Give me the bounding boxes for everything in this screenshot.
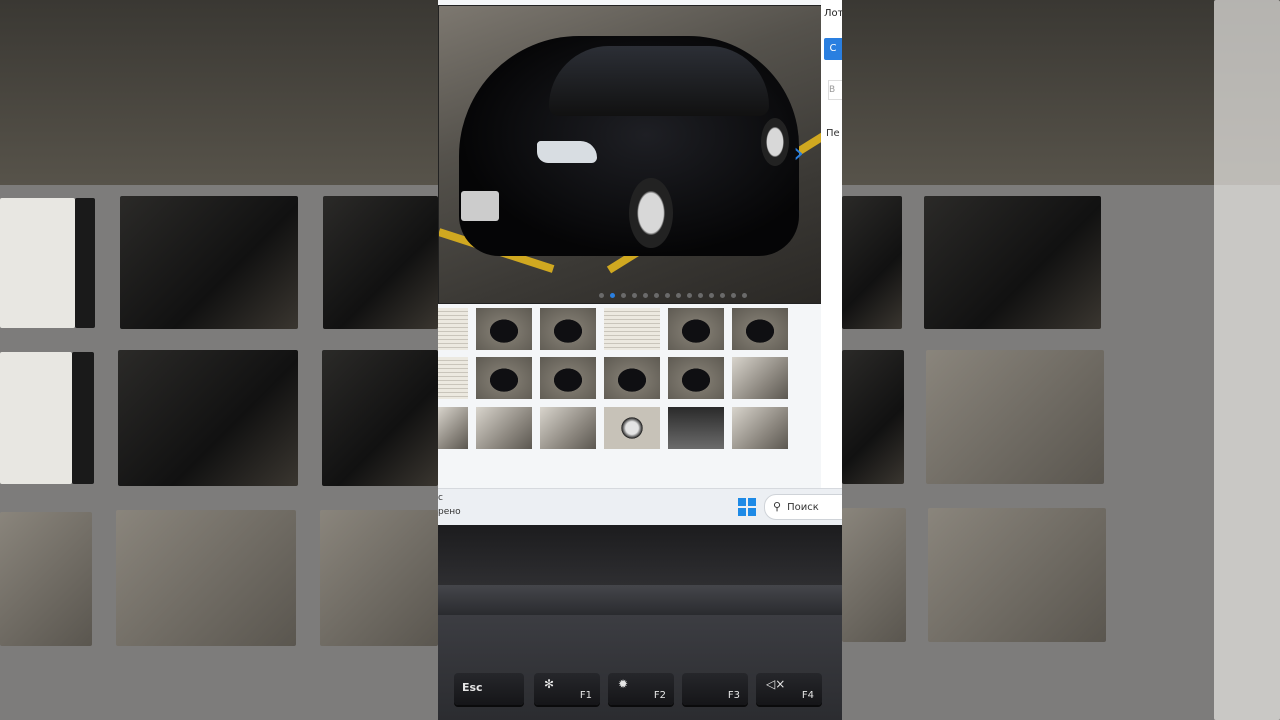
lot-title: Лот: [824, 8, 842, 19]
taskbar-search[interactable]: ⚲ Поиск: [764, 494, 842, 520]
thumbnail-auction-sheet[interactable]: [438, 357, 468, 399]
carousel-dot[interactable]: [742, 293, 747, 298]
thumbnail[interactable]: [476, 308, 532, 350]
taskbar-status-line2: рено: [438, 507, 461, 517]
carousel-dot[interactable]: [720, 293, 725, 298]
carousel-dot[interactable]: [731, 293, 736, 298]
listing-label: Пе: [826, 128, 840, 139]
thumbnail[interactable]: [732, 308, 788, 350]
thumbnail-auction-sheet[interactable]: [438, 308, 468, 350]
thumbnail-trunk[interactable]: [540, 407, 596, 449]
thumbnail[interactable]: [540, 308, 596, 350]
laptop-photo: › Лот С В Пе с рено ⚲ Поиск Esc ✻ F1 ✹ F…: [438, 0, 842, 720]
carousel-dot[interactable]: [687, 293, 692, 298]
key-f3[interactable]: F3: [682, 673, 748, 705]
windows-taskbar: с рено ⚲ Поиск: [438, 488, 842, 526]
thumbnail-interior[interactable]: [732, 357, 788, 399]
carousel-dot[interactable]: [599, 293, 604, 298]
action-button[interactable]: С: [824, 38, 842, 60]
thumbnail-controls[interactable]: [668, 407, 724, 449]
key-esc[interactable]: Esc: [454, 673, 524, 705]
thumbnail[interactable]: [476, 357, 532, 399]
blurred-plate: [461, 191, 499, 221]
key-f4[interactable]: ◁× F4: [756, 673, 822, 705]
search-icon: ⚲: [773, 500, 782, 513]
carousel-dot[interactable]: [610, 293, 615, 298]
brightness-up-icon: ✹: [618, 677, 629, 691]
carousel-dot[interactable]: [676, 293, 681, 298]
thumbnail-wheel[interactable]: [604, 407, 660, 449]
listing-sidebar: [821, 0, 842, 525]
listing-input[interactable]: В: [828, 80, 842, 100]
laptop-bezel: [438, 525, 842, 585]
laptop-keyboard: Esc ✻ F1 ✹ F2 F3 ◁× F4: [438, 615, 842, 720]
thumbnail[interactable]: [540, 357, 596, 399]
carousel-dot[interactable]: [709, 293, 714, 298]
laptop-hinge: [438, 585, 842, 615]
main-car-photo[interactable]: ›: [438, 5, 823, 304]
mute-icon: ◁×: [766, 677, 786, 691]
key-f1[interactable]: ✻ F1: [534, 673, 600, 705]
taskbar-status-line1: с: [438, 493, 443, 503]
thumbnail-interior[interactable]: [438, 407, 468, 449]
carousel-dot[interactable]: [698, 293, 703, 298]
carousel-dot[interactable]: [632, 293, 637, 298]
windows-logo-icon[interactable]: [738, 498, 756, 516]
thumbnail-interior[interactable]: [476, 407, 532, 449]
thumbnail[interactable]: [668, 357, 724, 399]
thumbnail[interactable]: [668, 308, 724, 350]
next-photo-arrow-icon[interactable]: ›: [793, 139, 804, 167]
carousel-dot[interactable]: [665, 293, 670, 298]
browser-screen: › Лот С В Пе с рено ⚲ Поиск: [438, 0, 842, 526]
thumbnail-auction-sheet[interactable]: [604, 308, 660, 350]
brightness-down-icon: ✻: [544, 677, 555, 691]
thumbnail-interior[interactable]: [732, 407, 788, 449]
carousel-dots[interactable]: [599, 293, 747, 298]
carousel-dot[interactable]: [621, 293, 626, 298]
search-placeholder: Поиск: [787, 502, 819, 513]
key-f2[interactable]: ✹ F2: [608, 673, 674, 705]
thumbnail[interactable]: [604, 357, 660, 399]
carousel-dot[interactable]: [654, 293, 659, 298]
carousel-dot[interactable]: [643, 293, 648, 298]
